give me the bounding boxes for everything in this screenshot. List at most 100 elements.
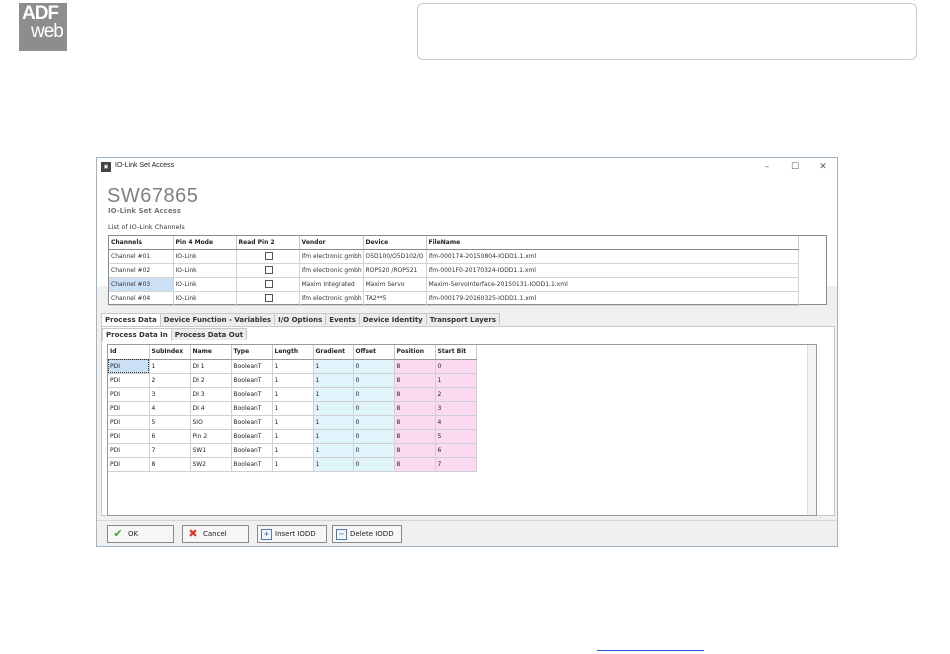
position-cell[interactable]: 8 [394,387,436,402]
pin4-mode-cell[interactable]: IO-Link [173,291,237,306]
column-header[interactable]: Device [363,236,427,250]
length-cell[interactable]: 1 [272,415,314,430]
type-cell[interactable]: BooleanT [231,443,273,458]
subindex-cell[interactable]: 1 [149,359,191,374]
read-pin2-checkbox[interactable] [264,266,273,274]
position-cell[interactable]: 8 [394,415,436,430]
column-header[interactable]: Start Bit [435,345,477,360]
tab-transport-layers[interactable]: Transport Layers [425,313,501,325]
position-cell[interactable]: 8 [394,359,436,374]
start-bit-cell[interactable]: 3 [435,401,477,416]
length-cell[interactable]: 1 [272,401,314,416]
tab-device-function-variables[interactable]: Device Function - Variables [159,313,276,325]
offset-cell[interactable]: 0 [353,373,395,388]
gradient-cell[interactable]: 1 [313,359,354,374]
vendor-cell[interactable]: ifm electronic gmbh [299,249,364,264]
subindex-cell[interactable]: 3 [149,387,191,402]
column-header[interactable]: Length [272,345,314,360]
column-header[interactable]: Channels [109,236,174,250]
subindex-cell[interactable]: 6 [149,429,191,444]
read-pin2-checkbox[interactable] [264,280,273,288]
vertical-scrollbar[interactable] [807,345,816,515]
name-cell[interactable]: SW2 [190,457,232,472]
channel-row[interactable]: Channel #01 IO-Link ifm electronic gmbh … [109,249,799,264]
channel-row[interactable]: Channel #04 IO-Link ifm electronic gmbh … [109,291,799,306]
position-cell[interactable]: 8 [394,443,436,458]
tab-io-options[interactable]: I/O Options [274,313,327,325]
name-cell[interactable]: SW1 [190,443,232,458]
offset-cell[interactable]: 0 [353,415,395,430]
channel-cell[interactable]: Channel #01 [109,249,174,264]
gradient-cell[interactable]: 1 [313,429,354,444]
position-cell[interactable]: 8 [394,429,436,444]
id-cell[interactable]: PDI [108,443,150,458]
vendor-cell[interactable]: ifm electronic gmbh [299,263,364,278]
start-bit-cell[interactable]: 2 [435,387,477,402]
gradient-cell[interactable]: 1 [313,373,354,388]
column-header[interactable]: Name [190,345,232,360]
type-cell[interactable]: BooleanT [231,387,273,402]
close-button[interactable]: ✕ [816,160,830,174]
subindex-cell[interactable]: 2 [149,373,191,388]
type-cell[interactable]: BooleanT [231,359,273,374]
type-cell[interactable]: BooleanT [231,401,273,416]
gradient-cell[interactable]: 1 [313,415,354,430]
column-header[interactable]: Vendor [299,236,364,250]
start-bit-cell[interactable]: 7 [435,457,477,472]
channel-cell[interactable]: Channel #04 [109,291,174,306]
start-bit-cell[interactable]: 5 [435,429,477,444]
channel-cell[interactable]: Channel #03 [109,277,174,292]
pin4-mode-cell[interactable]: IO-Link [173,277,237,292]
start-bit-cell[interactable]: 1 [435,373,477,388]
minimize-button[interactable]: – [760,160,774,174]
position-cell[interactable]: 8 [394,373,436,388]
table-row[interactable]: PDI 5 SIO BooleanT 1 1 0 8 4 [108,415,477,430]
start-bit-cell[interactable]: 6 [435,443,477,458]
start-bit-cell[interactable]: 0 [435,359,477,374]
type-cell[interactable]: BooleanT [231,429,273,444]
id-cell[interactable]: PDI [108,373,150,388]
table-row[interactable]: PDI 8 SW2 BooleanT 1 1 0 8 7 [108,457,477,472]
vendor-cell[interactable]: Maxim Integrated [299,277,364,292]
cancel-button[interactable]: ✖ Cancel [182,525,249,543]
pin4-mode-cell[interactable]: IO-Link [173,249,237,264]
channel-cell[interactable]: Channel #02 [109,263,174,278]
table-row[interactable]: PDI 2 DI 2 BooleanT 1 1 0 8 1 [108,373,477,388]
id-cell[interactable]: PDI [108,387,150,402]
tab-process-data-out[interactable]: Process Data Out [170,328,248,340]
table-row[interactable]: PDI 4 DI 4 BooleanT 1 1 0 8 3 [108,401,477,416]
id-cell[interactable]: PDI [108,401,150,416]
column-header[interactable]: Gradient [313,345,354,360]
position-cell[interactable]: 8 [394,401,436,416]
channel-row[interactable]: Channel #02 IO-Link ifm electronic gmbh … [109,263,799,278]
insert-iodd-button[interactable]: + Insert IODD [257,525,327,543]
column-header[interactable]: Read Pin 2 [236,236,300,250]
length-cell[interactable]: 1 [272,373,314,388]
column-header[interactable]: Position [394,345,436,360]
device-cell[interactable]: TA2**5 [363,291,427,306]
tab-device-identity[interactable]: Device Identity [358,313,427,325]
footer-link-underline[interactable] [597,650,704,651]
filename-cell[interactable]: ifm-000174-20150804-IODD1.1.xml [426,249,799,264]
offset-cell[interactable]: 0 [353,443,395,458]
length-cell[interactable]: 1 [272,443,314,458]
device-cell[interactable]: Maxim Servo [363,277,427,292]
column-header[interactable]: SubIndex [149,345,191,360]
subindex-cell[interactable]: 5 [149,415,191,430]
subindex-cell[interactable]: 4 [149,401,191,416]
filename-cell[interactable]: ifm-0001F0-20170324-IODD1.1.xml [426,263,799,278]
filename-cell[interactable]: Maxim-ServoInterface-20150131-IODD1.1.xm… [426,277,799,292]
offset-cell[interactable]: 0 [353,401,395,416]
length-cell[interactable]: 1 [272,429,314,444]
length-cell[interactable]: 1 [272,457,314,472]
column-header[interactable]: Pin 4 Mode [173,236,237,250]
tab-process-data-in[interactable]: Process Data In [102,328,172,341]
table-row[interactable]: PDI 6 Pin 2 BooleanT 1 1 0 8 5 [108,429,477,444]
start-bit-cell[interactable]: 4 [435,415,477,430]
name-cell[interactable]: DI 3 [190,387,232,402]
id-cell[interactable]: PDI [108,457,150,472]
name-cell[interactable]: DI 4 [190,401,232,416]
type-cell[interactable]: BooleanT [231,373,273,388]
filename-cell[interactable]: ifm-000179-20160325-IODD1.1.xml [426,291,799,306]
ok-button[interactable]: ✔ OK [107,525,174,543]
